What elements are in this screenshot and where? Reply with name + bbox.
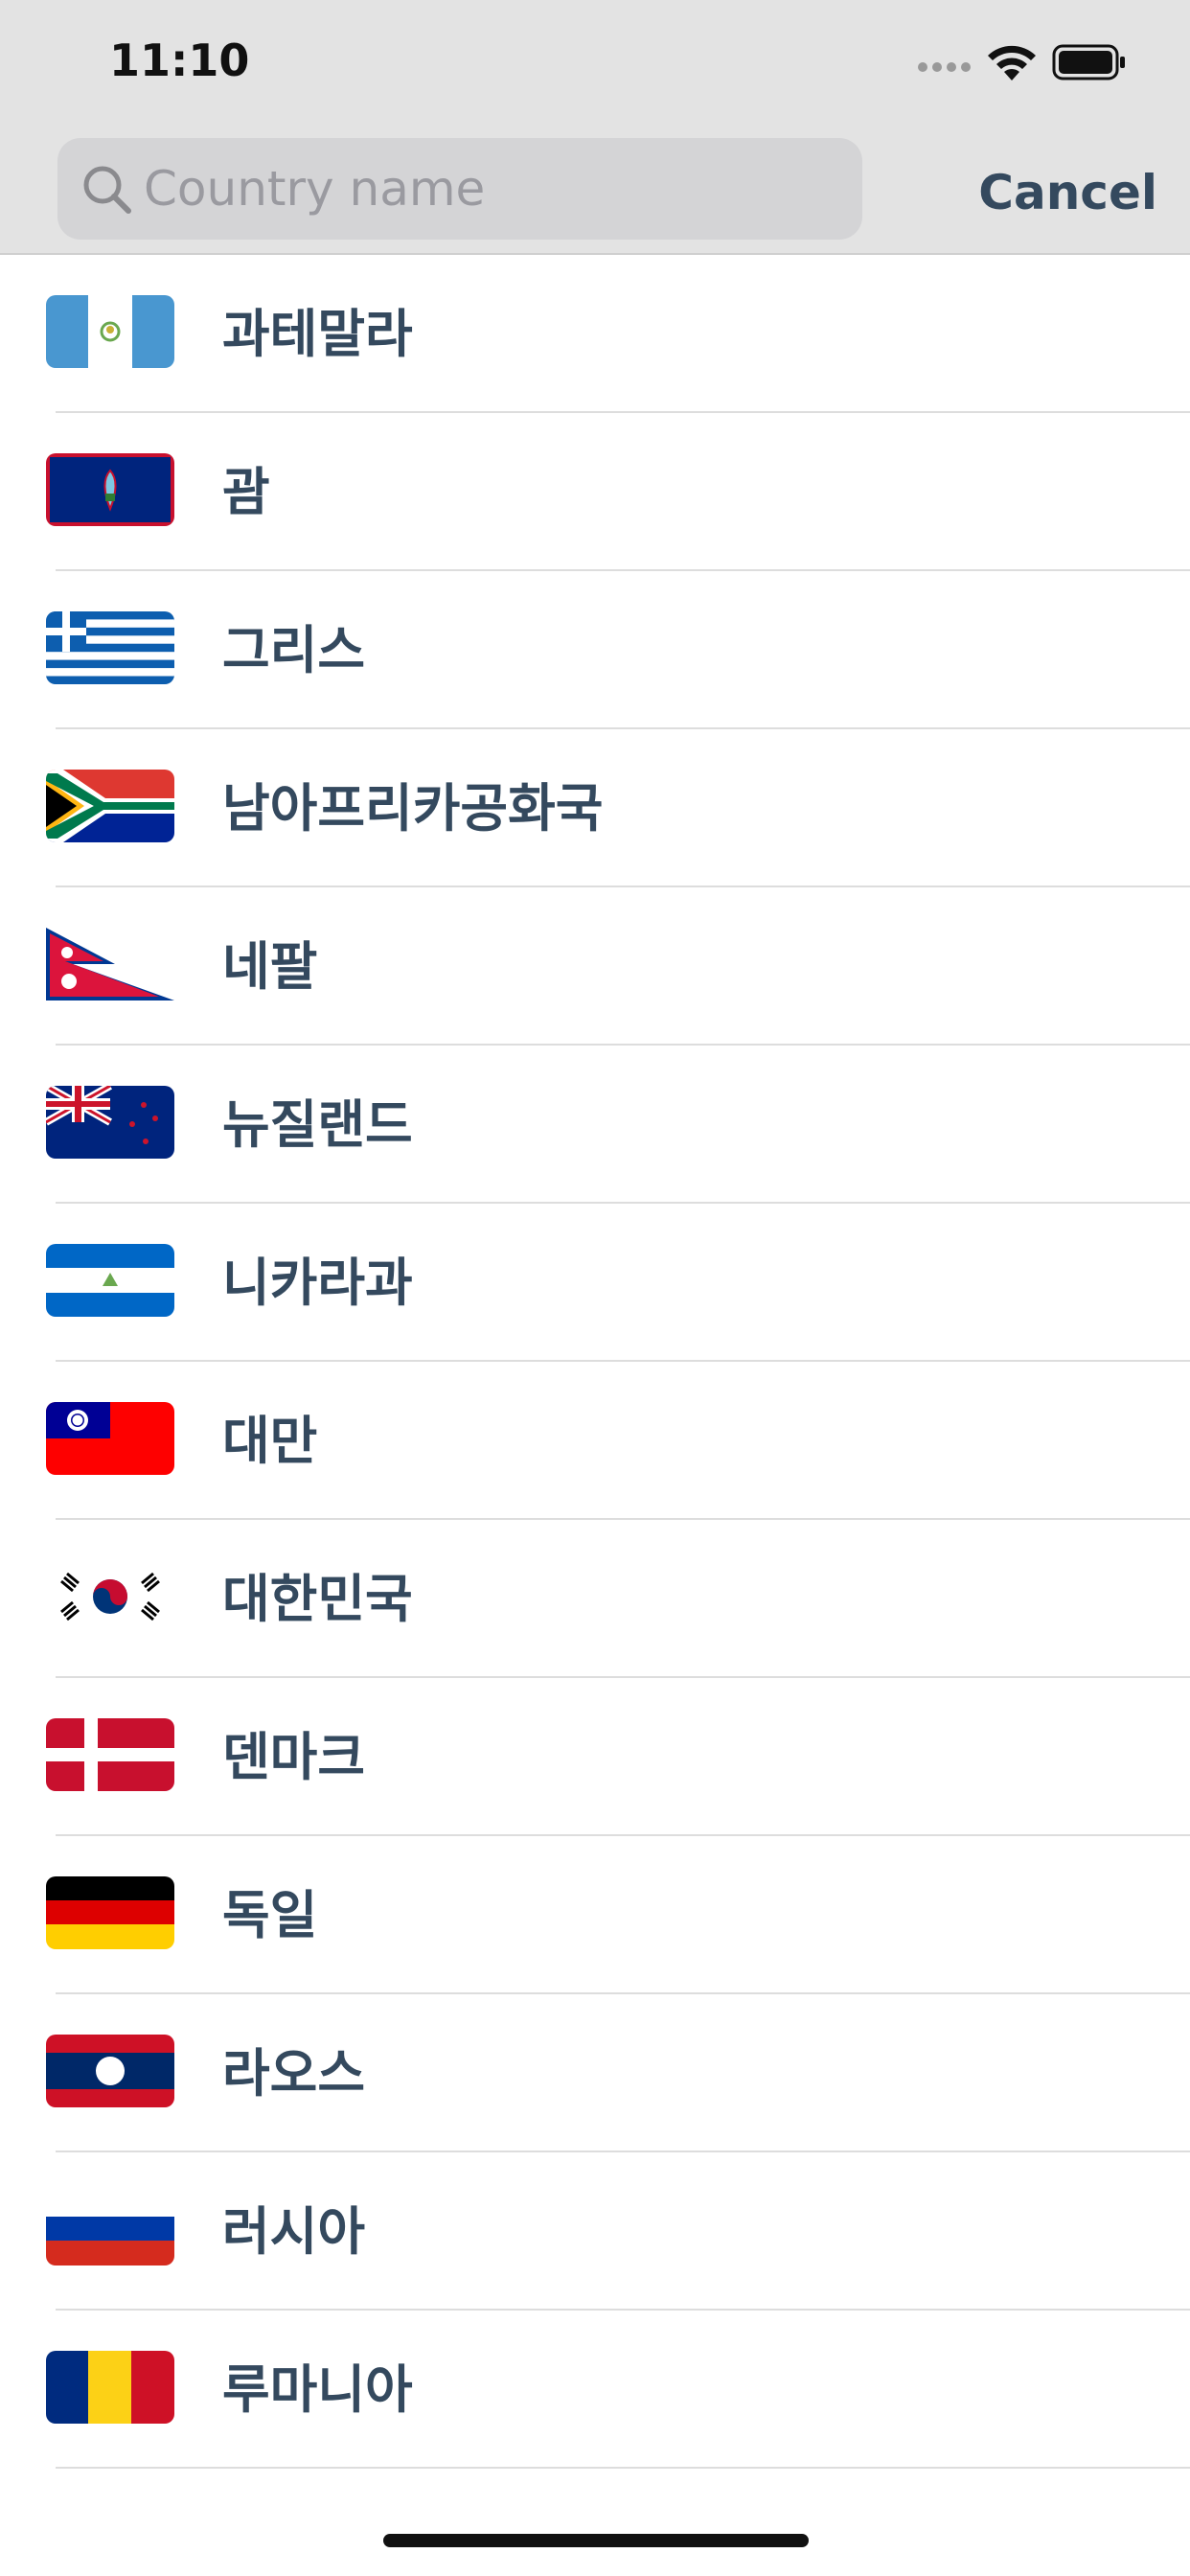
- nepal-flag-icon: [46, 928, 174, 1000]
- guatemala-flag-icon: [46, 295, 174, 368]
- country-name: 덴마크: [222, 1727, 366, 1787]
- search-field[interactable]: [57, 138, 862, 240]
- country-row[interactable]: 대한민국: [0, 1520, 1190, 1678]
- greece-flag-icon: [46, 611, 174, 684]
- country-name: 그리스: [222, 620, 366, 680]
- country-name: 과테말라: [222, 304, 413, 364]
- country-row[interactable]: 러시아: [0, 2152, 1190, 2311]
- country-row[interactable]: 과테말라: [0, 255, 1190, 413]
- status-icons: [918, 42, 1129, 86]
- country-name: 네팔: [222, 936, 318, 997]
- new-zealand-flag-icon: [46, 1086, 174, 1159]
- russia-flag-icon: [46, 2193, 174, 2266]
- country-row[interactable]: 루마니아: [0, 2311, 1190, 2469]
- country-name: 루마니아: [222, 2359, 413, 2420]
- romania-flag-icon: [46, 2351, 174, 2424]
- country-name: 대한민국: [222, 1569, 413, 1629]
- country-name: 니카라과: [222, 1253, 413, 1313]
- country-row[interactable]: 대만: [0, 1362, 1190, 1520]
- denmark-flag-icon: [46, 1718, 174, 1791]
- country-name: 독일: [222, 1885, 318, 1945]
- country-name: 괌: [222, 462, 270, 522]
- search-icon: [83, 166, 131, 214]
- germany-flag-icon: [46, 1876, 174, 1949]
- country-name: 뉴질랜드: [222, 1094, 413, 1155]
- country-row[interactable]: 괌: [0, 413, 1190, 571]
- country-name: 대만: [222, 1411, 318, 1471]
- laos-flag-icon: [46, 2035, 174, 2107]
- country-row[interactable]: 네팔: [0, 887, 1190, 1046]
- country-name: 남아프리카공화국: [222, 778, 604, 839]
- guam-flag-icon: [46, 453, 174, 526]
- country-row[interactable]: 그리스: [0, 571, 1190, 729]
- country-row[interactable]: 남아프리카공화국: [0, 729, 1190, 887]
- header: 11:10 Cancel: [0, 0, 1190, 255]
- country-row[interactable]: 니카라과: [0, 1204, 1190, 1362]
- nicaragua-flag-icon: [46, 1244, 174, 1317]
- signal-dots-icon: [918, 62, 971, 72]
- row-divider: [56, 2467, 1190, 2469]
- south-korea-flag-icon: [46, 1560, 174, 1633]
- country-name: 러시아: [222, 2201, 366, 2262]
- home-indicator[interactable]: [383, 2534, 809, 2547]
- country-row[interactable]: 라오스: [0, 1994, 1190, 2152]
- south-africa-flag-icon: [46, 770, 174, 842]
- country-row[interactable]: 뉴질랜드: [0, 1046, 1190, 1204]
- battery-icon: [1052, 44, 1125, 80]
- taiwan-flag-icon: [46, 1402, 174, 1475]
- status-time: 11:10: [109, 34, 250, 86]
- wifi-icon: [988, 45, 1036, 80]
- country-list[interactable]: 과테말라 괌 그리스 남아프리카공화국 네팔 뉴질랜드 니카라과 대만 대한민국…: [0, 255, 1190, 2469]
- country-name: 라오스: [222, 2043, 366, 2104]
- country-row[interactable]: 덴마크: [0, 1678, 1190, 1836]
- country-row[interactable]: 독일: [0, 1836, 1190, 1994]
- search-input[interactable]: [144, 138, 834, 240]
- cancel-button[interactable]: Cancel: [947, 159, 1157, 226]
